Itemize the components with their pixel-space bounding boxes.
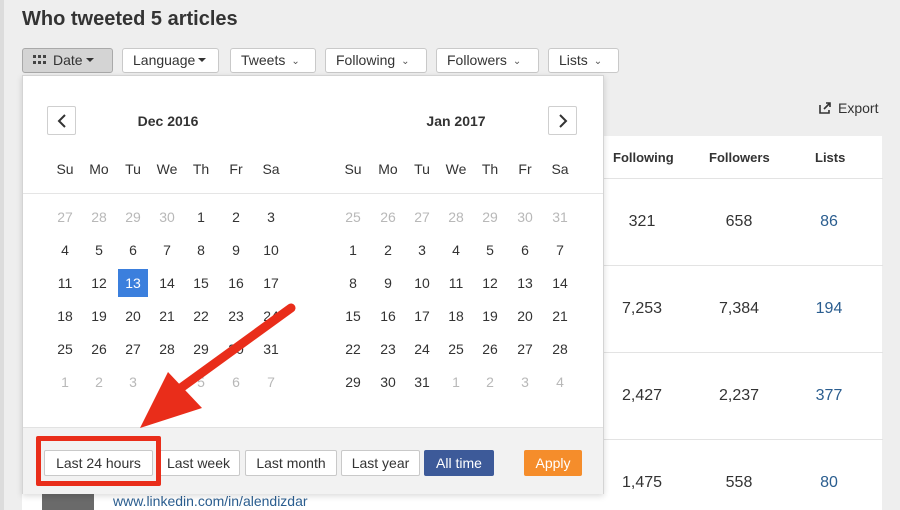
annotation-arrow-icon: [140, 303, 296, 428]
